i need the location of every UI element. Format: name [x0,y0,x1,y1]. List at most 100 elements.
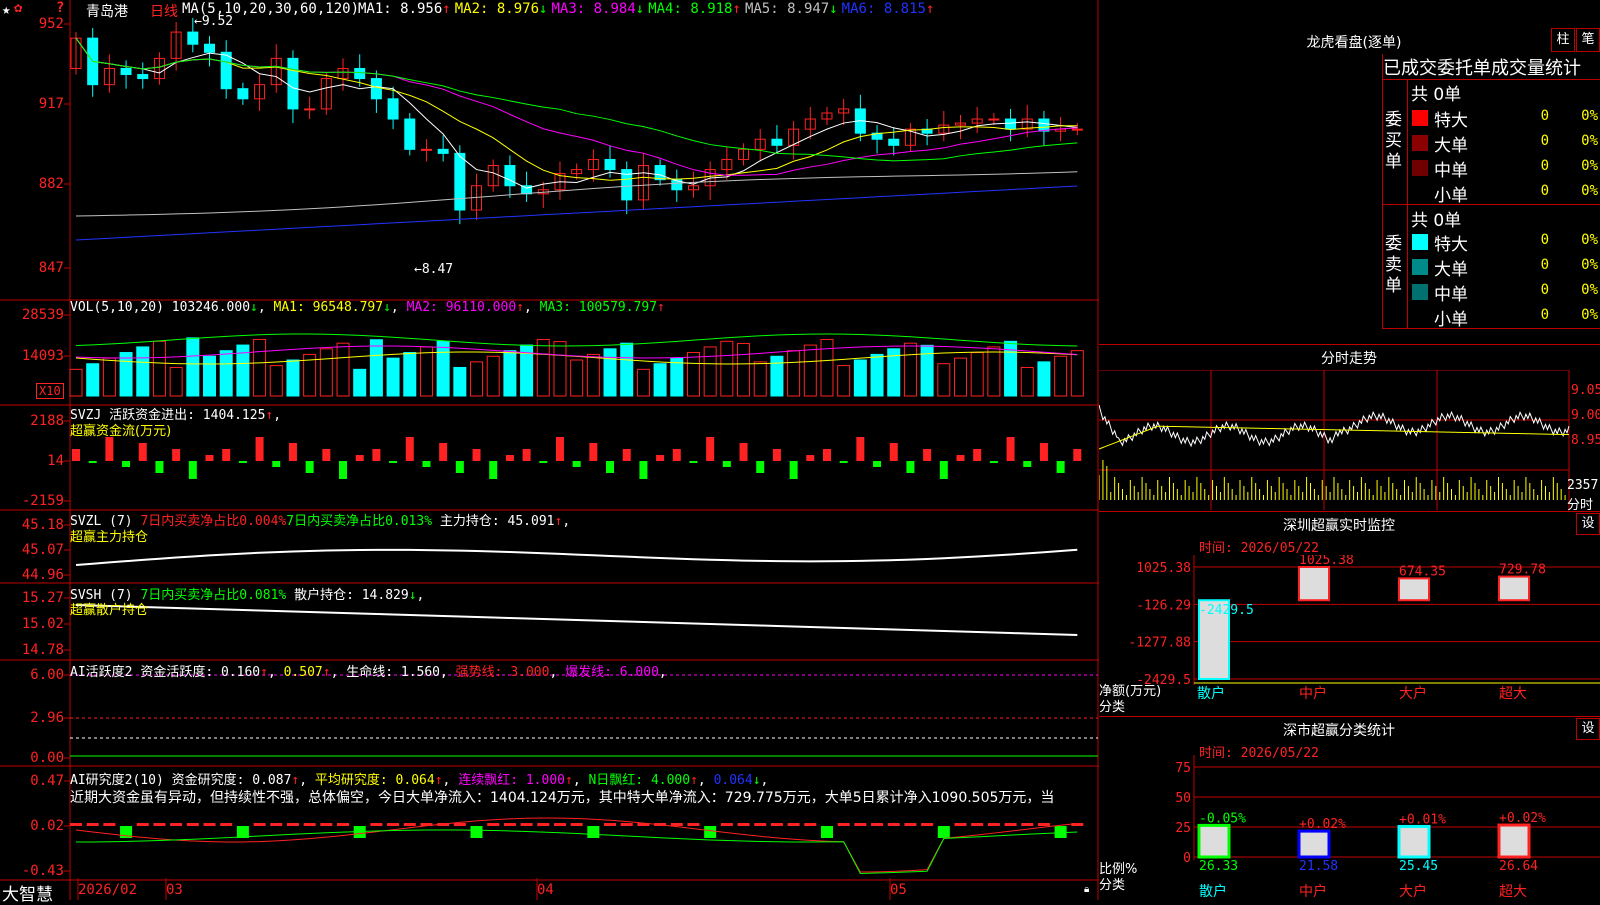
y-tick-label: 14 [47,453,64,469]
divider [1382,204,1600,205]
y-tick-label: 45.07 [21,542,64,558]
realtime-settings-button[interactable]: 设 [1576,513,1600,535]
volume-bar [486,355,500,397]
ma-value: MA6: 8.815↑ [841,1,935,17]
y-tick-label: 0.02 [30,818,64,834]
volume-bar [653,363,667,397]
settings-icon[interactable]: ✿ [14,0,22,16]
flow-bar [455,461,464,473]
data-label: 26.64 [1499,859,1538,874]
volume-bar [453,366,467,397]
svzl-subtitle: 超赢主力持仓 [70,530,149,545]
order-type-label: 小单 [1434,186,1468,206]
flow-bar [422,461,431,467]
flow-bar [589,443,598,461]
flow-bar [939,461,948,479]
flow-bar [205,455,214,461]
volume-bar [987,346,1001,397]
y-tick-label: 25 [1175,821,1191,836]
category-settings-button[interactable]: 设 [1576,718,1600,740]
volume-bar [436,340,450,397]
flow-bar [222,449,231,461]
flow-bar [973,449,982,461]
kline-chart-area[interactable] [0,0,1099,900]
research-bar [837,823,850,826]
volume-bar [870,353,884,397]
category-label: 大户 [1399,685,1427,700]
y-tick-label: 28539 [21,307,64,323]
tick-view-button[interactable]: 笔 [1576,28,1600,52]
category-label: 超大 [1499,686,1527,700]
order-type-label: 特大 [1434,111,1468,131]
research-bar [270,823,283,826]
intraday-chart[interactable] [1099,370,1600,510]
buy-side-label: 委买单 [1385,110,1402,172]
volume-bar [419,346,433,397]
candle [437,148,449,154]
research-bar [904,823,917,826]
research-line [75,817,1078,873]
research-bar [153,823,166,826]
stock-name[interactable]: 青岛港 [86,1,128,21]
flow-bar [756,461,765,473]
research-bar [820,826,833,838]
y-tick-label: 917 [38,96,64,112]
category-label: 中户 [1299,883,1327,900]
research-bar [103,823,116,826]
ai-research-legend: AI研究度2(10) 资金研究度: 0.087↑, 平均研究度: 0.064↑,… [70,773,769,788]
research-bar [871,823,884,826]
candle [220,51,232,90]
order-type-label: 大单 [1434,260,1468,280]
research-bar [303,823,316,826]
flow-bar [389,461,398,463]
research-bar [954,823,967,826]
volume-bar [787,350,801,397]
intraday-vol-label: 2357 [1567,478,1599,493]
research-bar [387,823,400,826]
y-tick-label: 1025.38 [1136,561,1191,576]
volume-bar [253,338,267,397]
volume-bar [336,342,350,397]
category-xlabel: 分类 [1099,878,1126,893]
y-tick-label: 2.96 [30,710,64,726]
realtime-bar-chart[interactable]: 1025.38-126.29-1277.88-2429.5-2429.5散户10… [1099,555,1600,700]
candle [420,148,432,151]
flow-bar [472,449,481,461]
date-label: 03 [166,882,183,898]
flow-bar [656,455,665,461]
y-tick-label: -2159 [21,493,64,509]
flow-bar [105,437,114,461]
flow-bar [989,461,998,463]
volume-bar [770,355,784,397]
volume-bar [203,355,217,397]
ma-value: MA3: 8.984↓ [551,1,645,17]
question-icon[interactable]: ? [56,0,64,16]
bar [1397,824,1431,859]
category-bar-chart[interactable]: 75 50 25 0 -0.05% 26.33 散户 +0.02% 21.58 中户 +0.01% 2… [1099,755,1600,900]
vol-unit-badge[interactable]: X10 [36,383,64,399]
research-bar [987,823,1000,826]
flow-bar [1039,443,1048,461]
brand-logo[interactable]: 大智慧 [2,880,53,905]
volume-bar [319,348,333,397]
flow-bar [122,461,131,467]
flow-bar [355,455,364,461]
research-bar [804,823,817,826]
lock-icon[interactable]: 🔒︎ [1084,884,1089,895]
research-bar [220,823,233,826]
period-label[interactable]: 日线 [150,1,178,21]
y-tick-label: 50 [1175,791,1191,806]
volume-bar [753,361,767,397]
research-bar [587,826,600,838]
research-bar [170,823,183,826]
bar-view-button[interactable]: 柱 [1551,28,1575,52]
data-label: 25.45 [1399,859,1438,874]
research-bar [253,823,266,826]
bar [1497,823,1531,859]
category-label: 中户 [1299,685,1327,700]
flow-bar [1073,449,1082,461]
svzj-subtitle: 超赢资金流(万元) [70,424,172,439]
date-label: 05 [890,882,907,898]
volume-bar [403,352,417,397]
panel-grids [64,23,70,872]
